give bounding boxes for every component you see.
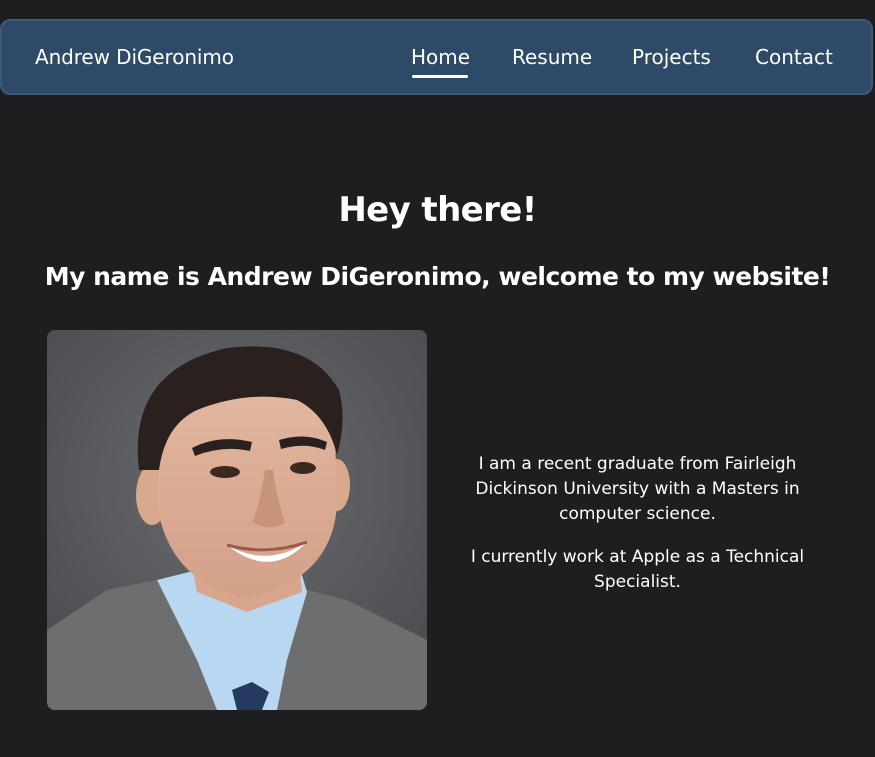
navbar: Andrew DiGeronimo Home Resume Projects C…: [0, 19, 873, 95]
nav-contact-link[interactable]: Contact: [755, 45, 833, 69]
nav-projects-link[interactable]: Projects: [632, 45, 711, 69]
bio-section: I am a recent graduate from Fairleigh Di…: [455, 452, 820, 613]
nav-home-link[interactable]: Home: [411, 45, 470, 69]
page: Andrew DiGeronimo Home Resume Projects C…: [0, 0, 875, 757]
hero-title: Hey there!: [338, 190, 537, 230]
site-brand[interactable]: Andrew DiGeronimo: [35, 45, 234, 69]
nav-resume-link[interactable]: Resume: [512, 45, 592, 69]
active-nav-underline: [412, 75, 468, 78]
profile-photo: [47, 330, 427, 710]
hero-subtitle: My name is Andrew DiGeronimo, welcome to…: [44, 262, 831, 291]
bio-paragraph-job: I currently work at Apple as a Technical…: [470, 547, 805, 592]
bio-paragraph-education: I am a recent graduate from Fairleigh Di…: [475, 454, 800, 524]
